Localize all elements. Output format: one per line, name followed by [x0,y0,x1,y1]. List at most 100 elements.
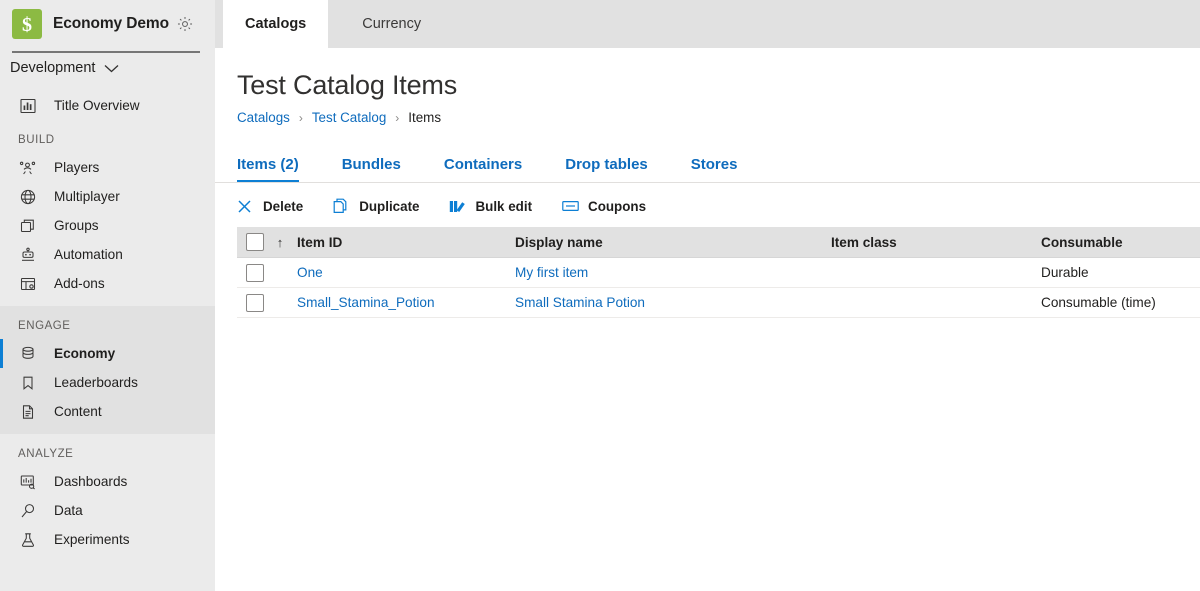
sidebar-item-data[interactable]: Data [0,496,215,525]
app-root: $ Economy Demo Development Title Overvie… [0,0,1200,591]
column-header-item-id[interactable]: Item ID [297,235,515,250]
sidebar-item-label: Content [54,404,102,419]
command-label: Coupons [588,198,647,214]
sidebar-item-experiments[interactable]: Experiments [0,525,215,554]
column-header-display-name[interactable]: Display name [515,235,831,250]
page-title: Test Catalog Items [237,70,457,100]
brand-row: $ Economy Demo [0,0,215,48]
breadcrumb-item-test-catalog[interactable]: Test Catalog [312,110,386,125]
sidebar-group-header: BUILD [18,134,55,146]
coupon-icon [562,198,579,215]
sidebar-item-dashboards[interactable]: Dashboards [0,467,215,496]
coupons-button[interactable]: Coupons [562,191,646,221]
subtab-drop-tables[interactable]: Drop tables [565,156,648,183]
cell-display-name[interactable]: Small Stamina Potion [515,295,831,310]
sidebar-item-content[interactable]: Content [0,397,215,426]
breadcrumb-separator: › [395,110,400,125]
sidebar-item-leaderboards[interactable]: Leaderboards [0,368,215,397]
top-tabbar: Catalogs Currency [215,0,1200,48]
sort-ascending-icon[interactable]: ↑ [272,235,288,250]
sidebar-item-label: Groups [54,218,99,233]
addons-icon [18,274,37,293]
sidebar-item-label: Title Overview [54,98,140,113]
row-checkbox[interactable] [246,263,264,282]
row-checkbox-wrap [237,263,264,282]
table-header-row: ↑ Item ID Display name Item class Consum… [237,227,1200,258]
sidebar-item-label: Leaderboards [54,375,138,390]
environment-label: Development [10,60,96,76]
sidebar-item-add-ons[interactable]: Add-ons [0,269,215,298]
main-content: Catalogs Currency Test Catalog Items Cat… [215,0,1200,591]
data-plug-icon [18,501,37,520]
subtab-stores[interactable]: Stores [691,156,738,183]
cell-display-name[interactable]: My first item [515,265,831,280]
breadcrumb: Catalogs › Test Catalog › Items [237,110,1200,125]
duplicate-button[interactable]: Duplicate [333,191,419,221]
tab-currency[interactable]: Currency [340,0,443,48]
sidebar-group-header: ANALYZE [18,448,74,460]
cell-item-id[interactable]: One [297,265,515,280]
sidebar-item-label: Players [54,160,100,175]
delete-button[interactable]: Delete [237,191,303,221]
sidebar-group-engage: ENGAGE Economy Leaderboards Content [0,306,215,434]
subtab-items[interactable]: Items (2) [237,156,299,183]
cell-consumable: Durable [1041,265,1089,280]
sidebar-item-groups[interactable]: Groups [0,211,215,240]
environment-selector[interactable]: Development [0,53,215,83]
players-icon [18,158,37,177]
flask-icon [18,530,37,549]
subtab-bar: Items (2) Bundles Containers Drop tables… [215,145,1200,183]
command-label: Duplicate [359,198,420,214]
sidebar-item-label: Economy [54,346,116,361]
sidebar-item-label: Automation [54,247,123,262]
gear-icon[interactable] [176,15,194,33]
sidebar-item-automation[interactable]: Automation [0,240,215,269]
sidebar-item-label: Experiments [54,532,130,547]
app-logo: $ [12,9,42,39]
breadcrumb-separator: › [298,110,303,125]
sidebar-item-label: Data [54,503,83,518]
brand-title: Economy Demo [53,15,169,32]
robot-icon [18,245,37,264]
tab-label: Currency [362,16,422,32]
command-label: Bulk edit [475,198,533,214]
row-checkbox-wrap [237,293,264,312]
copy-icon [333,198,350,215]
sidebar-item-title-overview[interactable]: Title Overview [0,91,215,120]
sidebar-item-multiplayer[interactable]: Multiplayer [0,182,215,211]
sidebar-item-label: Dashboards [54,474,128,489]
bulk-edit-button[interactable]: Bulk edit [449,191,532,221]
sidebar-item-label: Add-ons [54,276,105,291]
stack-icon [18,216,37,235]
bookmark-icon [18,373,37,392]
items-table: ↑ Item ID Display name Item class Consum… [237,227,1200,318]
subtab-bundles[interactable]: Bundles [342,156,401,183]
dashboard-icon [18,472,37,491]
cell-consumable: Consumable (time) [1041,295,1156,310]
select-all-checkbox[interactable] [246,233,264,251]
bulk-edit-icon [449,198,466,215]
table-row[interactable]: Small_Stamina_Potion Small Stamina Potio… [237,288,1200,318]
column-header-item-class[interactable]: Item class [831,235,1041,250]
column-header-consumable[interactable]: Consumable [1041,235,1200,250]
subtab-containers[interactable]: Containers [444,156,522,183]
row-checkbox[interactable] [246,293,264,312]
breadcrumb-item-catalogs[interactable]: Catalogs [237,110,290,125]
sidebar-item-players[interactable]: Players [0,153,215,182]
close-x-icon [237,198,254,215]
globe-icon [18,187,37,206]
page-body: Test Catalog Items Catalogs › Test Catal… [215,48,1200,318]
sidebar: $ Economy Demo Development Title Overvie… [0,0,215,591]
svg-text:$: $ [22,14,32,35]
sidebar-group-header: ENGAGE [18,320,71,332]
tab-catalogs[interactable]: Catalogs [223,0,329,48]
breadcrumb-item-items: Items [408,110,442,125]
cell-item-id[interactable]: Small_Stamina_Potion [297,295,515,310]
document-icon [18,402,37,421]
sidebar-item-economy[interactable]: Economy [0,339,215,368]
command-bar: Delete Duplicate Bulk edit Coupons [237,183,1200,227]
table-row[interactable]: One My first item Durable [237,258,1200,288]
sidebar-group-analyze: ANALYZE Dashboards Data Experiments [0,434,215,562]
chart-bar-icon [18,96,37,115]
sidebar-item-label: Multiplayer [54,189,120,204]
